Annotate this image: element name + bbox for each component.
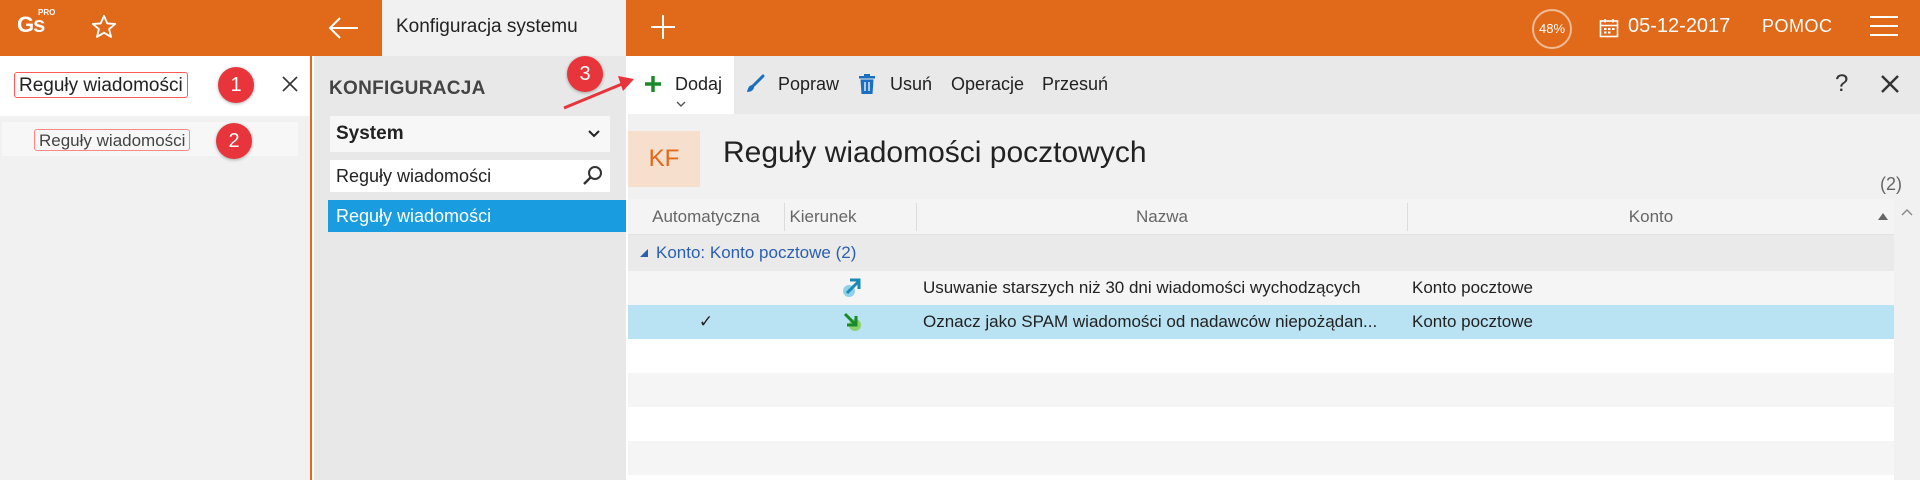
incoming-arrow-icon [843, 312, 861, 331]
sort-ascending-icon[interactable] [1878, 213, 1888, 220]
back-arrow-icon[interactable] [326, 12, 362, 44]
search-icon[interactable] [582, 165, 604, 187]
cell-automatic: ✓ [698, 312, 714, 331]
scroll-up-icon[interactable] [1901, 208, 1913, 216]
table-row[interactable]: Usuwanie starszych niż 30 dni wiadomości… [628, 271, 1894, 305]
help-link[interactable]: POMOC [1762, 16, 1833, 37]
add-button[interactable]: Dodaj [628, 56, 734, 114]
move-button[interactable]: Przesuń [1042, 74, 1108, 95]
search-panel: Reguły wiadomości Reguły wiadomości [0, 56, 312, 480]
search-query[interactable]: Reguły wiadomości [14, 72, 188, 98]
data-grid: Automatyczna Kierunek Nazwa Konto Konto:… [628, 199, 1894, 480]
collapse-triangle-icon[interactable] [640, 249, 648, 257]
favorite-star-icon[interactable] [90, 13, 118, 41]
group-value: Konto pocztowe (2) [709, 243, 857, 262]
config-panel: KONFIGURACJA System Reguły wiadomości Re… [314, 56, 626, 480]
progress-indicator[interactable]: 48% [1532, 9, 1572, 49]
tree-item-reguly-wiadomosci[interactable]: Reguły wiadomości [328, 200, 626, 232]
plus-icon [645, 76, 661, 92]
help-button[interactable]: ? [1835, 70, 1848, 98]
marker-2: 2 [216, 123, 252, 159]
table-row-empty [628, 407, 1894, 441]
group-label: Konto: Konto pocztowe (2) [656, 243, 856, 263]
chevron-down-icon [588, 130, 600, 138]
grid-header: Automatyczna Kierunek Nazwa Konto [628, 199, 1894, 235]
current-date[interactable]: 05-12-2017 [1628, 15, 1730, 38]
dropdown-value: System [336, 123, 404, 144]
add-label: Dodaj [675, 74, 723, 94]
calendar-icon[interactable] [1599, 18, 1619, 38]
delete-button[interactable]: Usuń [890, 74, 932, 95]
tree-filter-text: Reguły wiadomości [336, 166, 492, 186]
search-input[interactable]: Reguły wiadomości [0, 56, 310, 116]
toolbar: Dodaj Popraw Usuń Operacje Przesuń ? [628, 56, 1920, 114]
table-row-empty [628, 339, 1894, 373]
top-bar: Gs PRO Konfiguracja systemu 48% 05-12-20… [0, 0, 1920, 56]
cell-account: Konto pocztowe [1412, 312, 1533, 331]
new-tab-plus-icon[interactable] [648, 12, 678, 42]
table-row-selected[interactable]: ✓ Oznacz jako SPAM wiadomości od nadawcó… [628, 305, 1894, 339]
group-key: Konto: [656, 243, 706, 262]
clear-search-icon[interactable] [280, 74, 300, 94]
column-header-automatyczna[interactable]: Automatyczna [628, 199, 784, 235]
tab-label: Konfiguracja systemu [396, 16, 578, 37]
hamburger-menu-icon[interactable] [1870, 16, 1898, 40]
table-row-empty [628, 441, 1894, 475]
cell-name: Oznacz jako SPAM wiadomości od nadawców … [923, 312, 1378, 331]
operations-button[interactable]: Operacje [951, 74, 1024, 95]
module-badge: KF [628, 131, 700, 187]
table-row-empty [628, 373, 1894, 407]
chevron-down-icon[interactable] [675, 100, 687, 108]
brush-icon[interactable] [744, 73, 766, 95]
main-content: Dodaj Popraw Usuń Operacje Przesuń ? KF … [628, 56, 1920, 480]
edit-button[interactable]: Popraw [778, 74, 839, 95]
config-panel-title: KONFIGURACJA [329, 78, 486, 99]
system-dropdown[interactable]: System [330, 116, 610, 152]
cell-account: Konto pocztowe [1412, 278, 1533, 297]
page-title: Reguły wiadomości pocztowych [723, 136, 1147, 169]
search-result-label: Reguły wiadomości [34, 129, 191, 151]
close-icon[interactable] [1880, 74, 1900, 94]
marker-1: 1 [218, 67, 254, 103]
tab-konfiguracja-systemu[interactable]: Konfiguracja systemu [382, 0, 626, 56]
outgoing-arrow-icon [843, 278, 861, 297]
pointer-arrow-icon [563, 76, 634, 110]
record-count: (2) [1880, 174, 1902, 194]
cell-name: Usuwanie starszych niż 30 dni wiadomości… [923, 278, 1361, 297]
column-header-konto[interactable]: Konto [1408, 199, 1894, 235]
app-logo[interactable]: Gs PRO [0, 0, 71, 56]
trash-icon[interactable] [856, 73, 878, 95]
logo-superscript: PRO [38, 8, 56, 17]
column-header-nazwa[interactable]: Nazwa [917, 199, 1407, 235]
tree-item-label: Reguły wiadomości [336, 206, 492, 226]
tree-filter-input[interactable]: Reguły wiadomości [330, 160, 610, 192]
search-result-item[interactable]: Reguły wiadomości [2, 122, 298, 156]
group-row[interactable]: Konto: Konto pocztowe (2) [628, 235, 1894, 271]
column-header-kierunek[interactable]: Kierunek [785, 199, 861, 235]
